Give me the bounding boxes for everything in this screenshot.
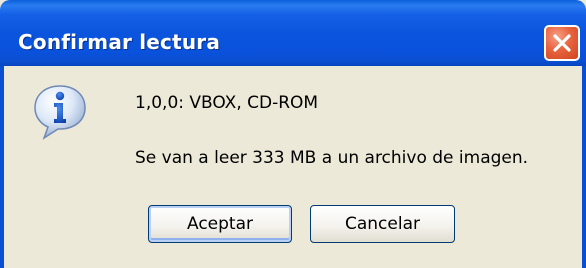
accept-button[interactable]: Aceptar [148, 205, 292, 243]
window-frame-left [0, 66, 4, 268]
close-icon [553, 34, 571, 52]
device-line: 1,0,0: VBOX, CD-ROM [135, 93, 319, 113]
title-bar[interactable]: Confirmar lectura [0, 0, 586, 66]
close-button[interactable] [544, 25, 580, 61]
info-icon [34, 85, 86, 140]
window-frame-right [582, 66, 586, 268]
confirmation-message: Se van a leer 333 MB a un archivo de ima… [135, 148, 529, 168]
dialog-title: Confirmar lectura [18, 30, 221, 54]
cancel-button[interactable]: Cancelar [310, 205, 455, 243]
confirm-read-dialog: Confirmar lectura 1,0,0: VBOX, CD-ROM Se… [0, 0, 586, 268]
